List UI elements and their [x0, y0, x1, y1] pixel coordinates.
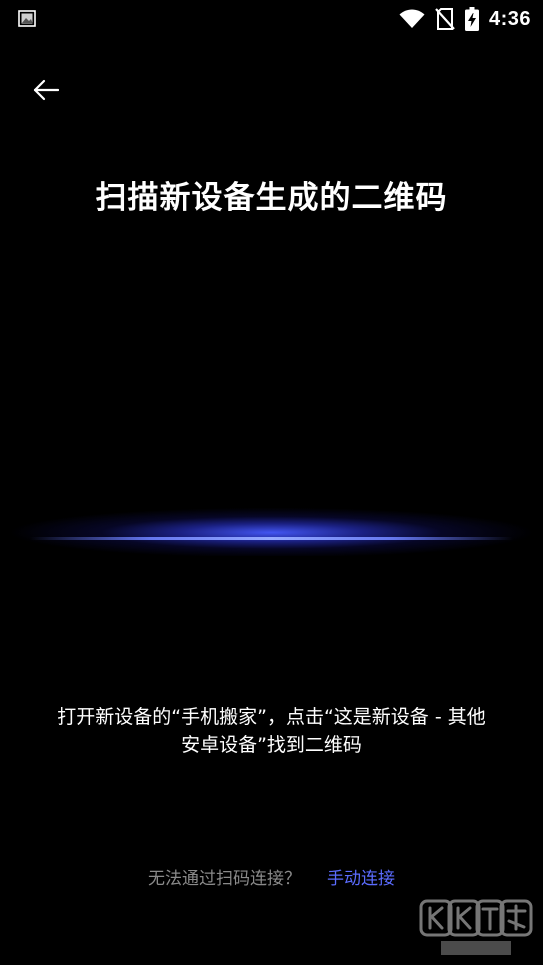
wifi-icon [399, 9, 425, 28]
instruction-line-1: 打开新设备的“手机搬家”，点击“这是新设备 - 其他 [57, 706, 486, 728]
scan-line [30, 537, 513, 540]
back-button[interactable] [26, 72, 66, 108]
status-icons: 4:36 [399, 6, 531, 32]
manual-connect-row: 无法通过扫码连接？ 手动连接 [0, 864, 543, 889]
page-title: 扫描新设备生成的二维码 [95, 180, 448, 216]
kk-watermark-logo [419, 899, 533, 955]
qr-scan-glow [10, 504, 533, 556]
no-sim-icon [435, 8, 455, 30]
status-time: 4:36 [488, 7, 531, 30]
manual-connect-link[interactable]: 手动连接 [327, 869, 395, 889]
instruction-line-2: 安卓设备”找到二维码 [181, 734, 362, 756]
cant-connect-text: 无法通过扫码连接？ [148, 869, 301, 889]
arrow-left-icon [33, 79, 59, 101]
instruction-text: 打开新设备的“手机搬家”，点击“这是新设备 - 其他 安卓设备”找到二维码 [30, 703, 513, 759]
battery-charging-icon [464, 7, 479, 31]
notification-image-icon [18, 10, 36, 27]
status-bar: 4:36 [0, 0, 543, 38]
